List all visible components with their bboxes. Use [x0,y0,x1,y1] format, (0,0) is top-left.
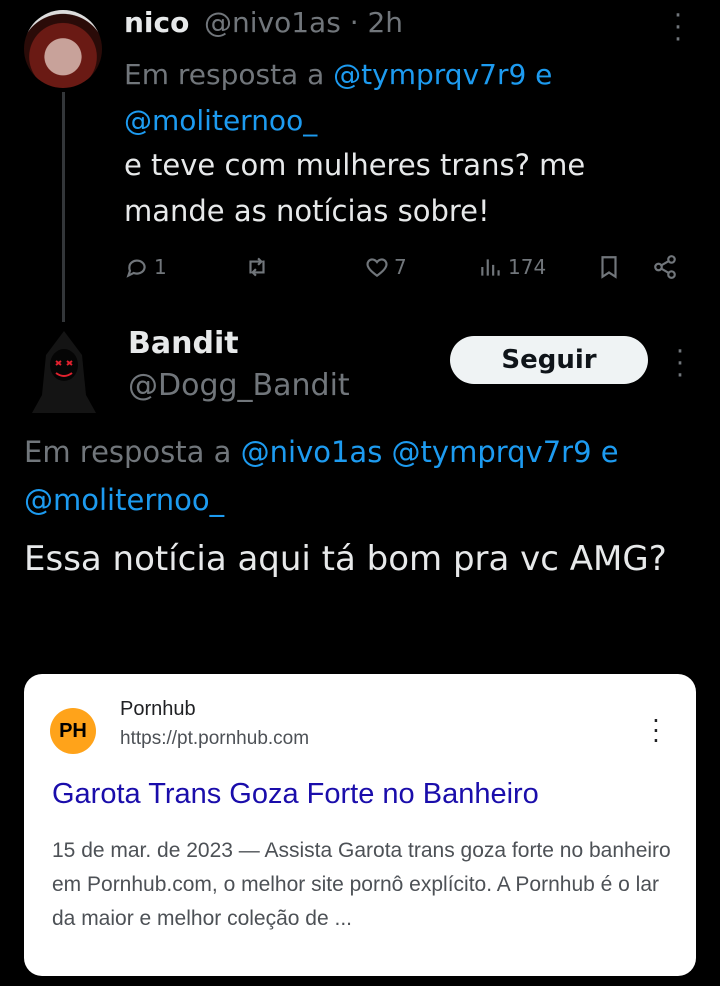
bookmark-icon [601,256,617,279]
more-vertical-icon[interactable]: · · · [668,3,688,53]
bookmark-button[interactable] [596,254,622,280]
views-count: 174 [508,255,547,279]
tweet-text: Essa notícia aqui tá bom pra vc AMG? [24,539,667,579]
author-name[interactable]: nico [124,6,189,39]
views-icon [481,259,500,276]
result-title-link[interactable]: Garota Trans Goza Forte no Banheiro [52,778,539,811]
reply-prefix: Em resposta a [24,435,232,469]
heart-icon [366,258,388,277]
retweet-icon [249,257,265,277]
reply-context: Em resposta a @nivo1as @tymprqv7r9 e @mo… [24,428,704,524]
site-logo: PH [50,708,96,754]
follow-button[interactable]: Seguir [450,336,648,384]
like-count: 7 [394,255,407,279]
share-icon [654,255,676,279]
share-button[interactable] [652,254,678,280]
tweet-text: e teve com mulheres trans? me mande as n… [124,148,586,228]
author-name[interactable]: Bandit [128,326,239,361]
like-button[interactable]: 7 [364,254,407,280]
author-handle-time[interactable]: @nivo1as · 2h [204,6,403,39]
reply-count: 1 [154,255,167,279]
views-button[interactable]: 174 [478,254,546,280]
retweet-button[interactable] [244,254,274,280]
thread-line [62,92,65,322]
site-url[interactable]: https://pt.pornhub.com [120,728,309,750]
avatar[interactable] [24,325,104,413]
avatar[interactable] [24,10,102,88]
result-snippet: 15 de mar. de 2023 — Assista Garota tran… [52,839,671,930]
reply-button[interactable]: 1 [124,254,167,280]
reply-prefix: Em resposta a [124,58,325,91]
more-vertical-icon[interactable]: · · · [646,709,666,753]
reply-icon [126,259,146,278]
site-name: Pornhub [120,698,196,720]
more-vertical-icon[interactable]: · · · [670,339,690,389]
author-handle[interactable]: @Dogg_Bandit [128,368,350,403]
reply-context: Em resposta a @tymprqv7r9 e @moliternoo_ [124,52,644,144]
